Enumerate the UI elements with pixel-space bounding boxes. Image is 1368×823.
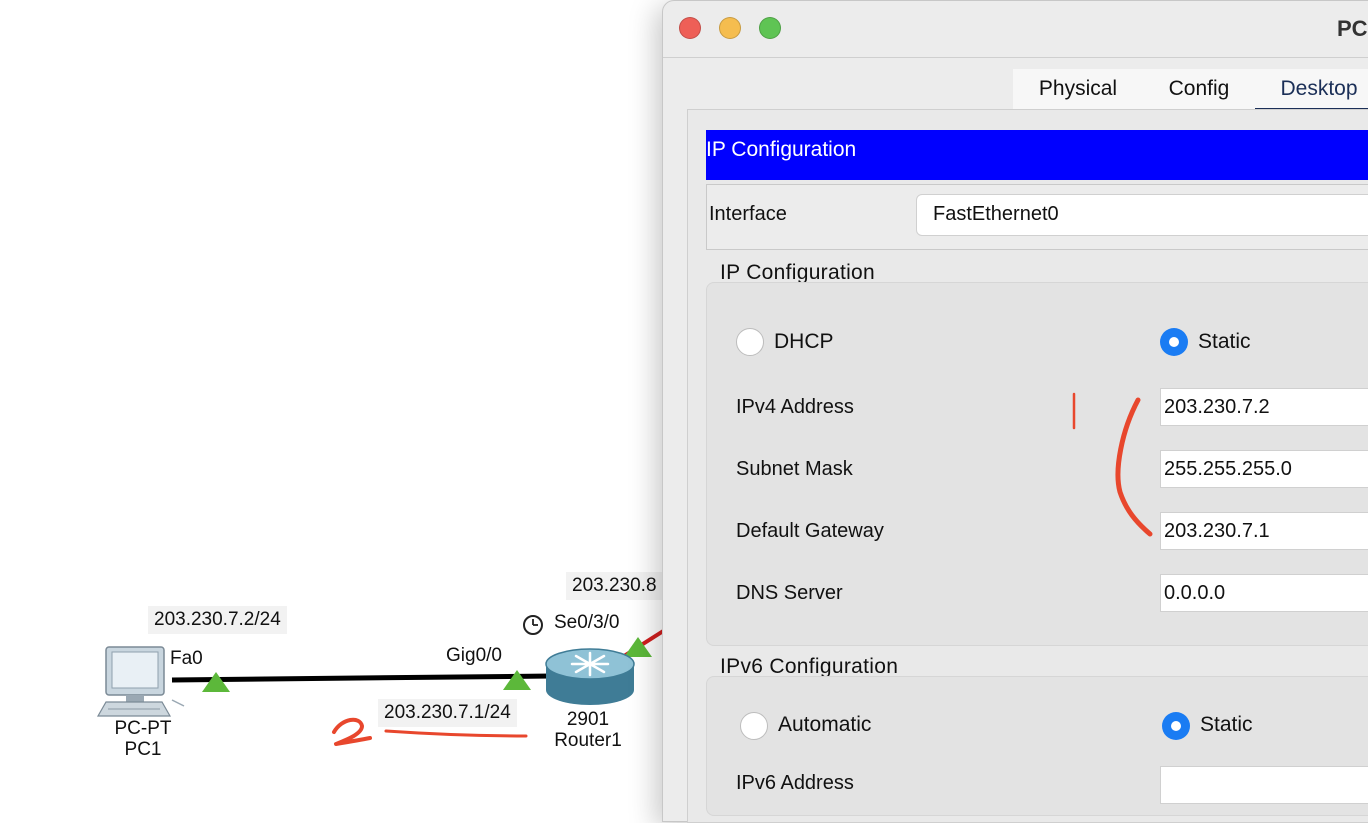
dhcp-label: DHCP (774, 330, 834, 353)
subnet-mask-input[interactable]: 255.255.255.0 (1160, 450, 1368, 488)
pc-ip-label: 203.230.7.2/24 (148, 606, 287, 634)
link-up-indicator-router (503, 670, 531, 690)
router-serial-ip-label: 203.230.8 (566, 572, 663, 600)
ipv6-static-radio[interactable] (1162, 712, 1190, 740)
minimize-window-button[interactable] (719, 17, 741, 39)
interface-row: Interface FastEthernet0 (706, 184, 1368, 250)
static-label: Static (1198, 330, 1251, 353)
interface-label: Interface (709, 203, 787, 225)
ipv4-address-input[interactable]: 203.230.7.2 (1160, 388, 1368, 426)
router-gig-port-label: Gig0/0 (442, 645, 506, 667)
tab-physical[interactable]: Physical (1019, 69, 1137, 111)
ipv6-address-label: IPv6 Address (736, 772, 854, 794)
router-model-label: 2901 (566, 709, 610, 730)
ipv6-address-input[interactable] (1160, 766, 1368, 804)
ipv6-automatic-radio[interactable] (740, 712, 768, 740)
ipv4-address-label: IPv4 Address (736, 396, 854, 418)
pc-port-label: Fa0 (166, 648, 207, 670)
router-serial-port-label: Se0/3/0 (550, 612, 624, 634)
zoom-window-button[interactable] (759, 17, 781, 39)
default-gateway-label: Default Gateway (736, 520, 884, 542)
pc-type-label: PC-PT (114, 718, 172, 739)
interface-select[interactable]: FastEthernet0 (916, 194, 1368, 236)
pc-device-label: PC-PT PC1 (100, 718, 186, 760)
ipv6-automatic-label: Automatic (778, 713, 872, 736)
subnet-mask-label: Subnet Mask (736, 458, 853, 480)
router-gig-ip-label: 203.230.7.1/24 (378, 699, 517, 727)
pc-name-label: PC1 (124, 739, 162, 760)
ethernet-link[interactable] (171, 673, 553, 683)
ipv6-static-label: Static (1200, 713, 1253, 736)
tab-desktop[interactable]: Desktop (1255, 69, 1368, 111)
close-window-button[interactable] (679, 17, 701, 39)
default-gateway-input[interactable]: 203.230.7.1 (1160, 512, 1368, 550)
tab-bar: Physical Config Desktop (1013, 69, 1368, 111)
dns-server-input[interactable]: 0.0.0.0 (1160, 574, 1368, 612)
static-radio[interactable] (1160, 328, 1188, 356)
tab-config[interactable]: Config (1143, 69, 1255, 111)
ip-configuration-title-bar: IP Configuration (706, 130, 1368, 180)
titlebar-divider (663, 57, 1368, 58)
router-device-label: 2901 Router1 (545, 709, 631, 751)
dns-server-label: DNS Server (736, 582, 843, 604)
clock-icon (523, 615, 543, 635)
router-icon[interactable] (545, 648, 635, 705)
window-title: PC (1337, 16, 1368, 41)
router-name-label: Router1 (554, 730, 622, 751)
dhcp-radio[interactable] (736, 328, 764, 356)
